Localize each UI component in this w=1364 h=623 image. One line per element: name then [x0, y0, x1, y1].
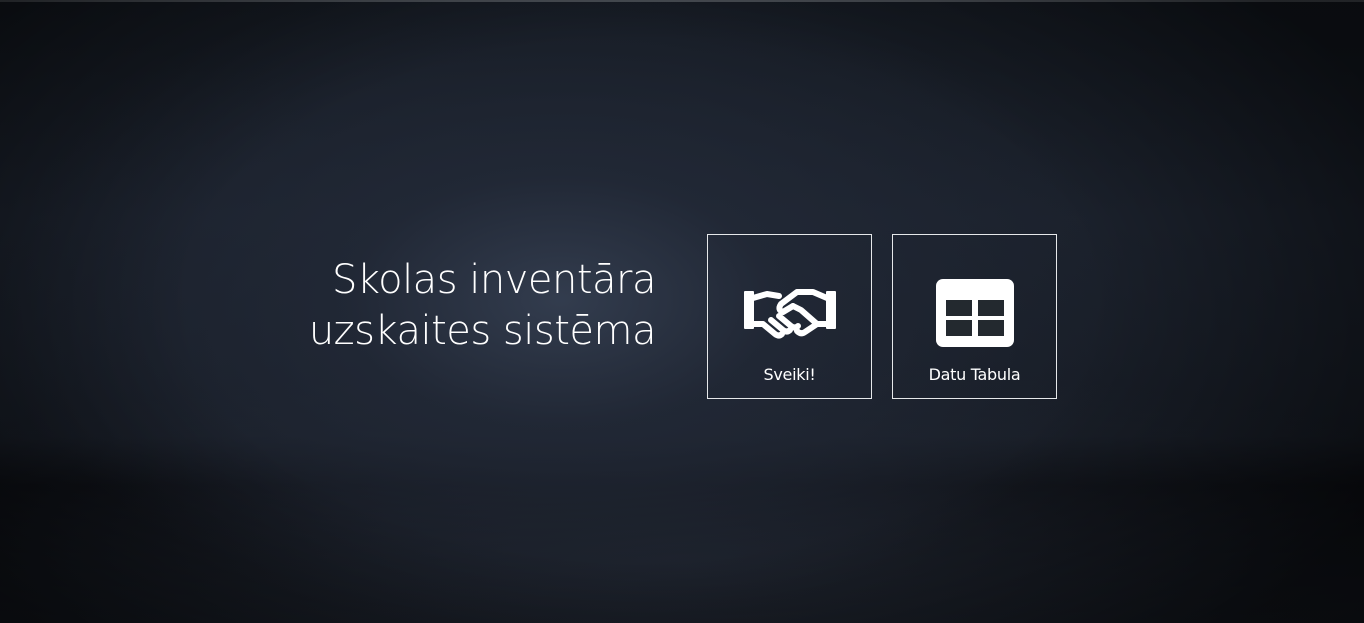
top-border	[0, 0, 1364, 2]
background-vignette	[0, 0, 1364, 623]
tile-datu-tabula-label: Datu Tabula	[928, 365, 1021, 384]
page-title: Skolas inventāra uzskaites sistēma	[308, 255, 657, 357]
tile-sveiki-label: Sveiki!	[763, 365, 816, 384]
handshake-icon	[708, 271, 871, 355]
tile-sveiki[interactable]: Sveiki!	[707, 234, 872, 399]
tile-datu-tabula[interactable]: Datu Tabula	[892, 234, 1057, 399]
page-title-line-1: Skolas inventāra	[331, 257, 657, 303]
page-title-line-2: uzskaites sistēma	[308, 308, 657, 354]
table-icon	[893, 271, 1056, 355]
